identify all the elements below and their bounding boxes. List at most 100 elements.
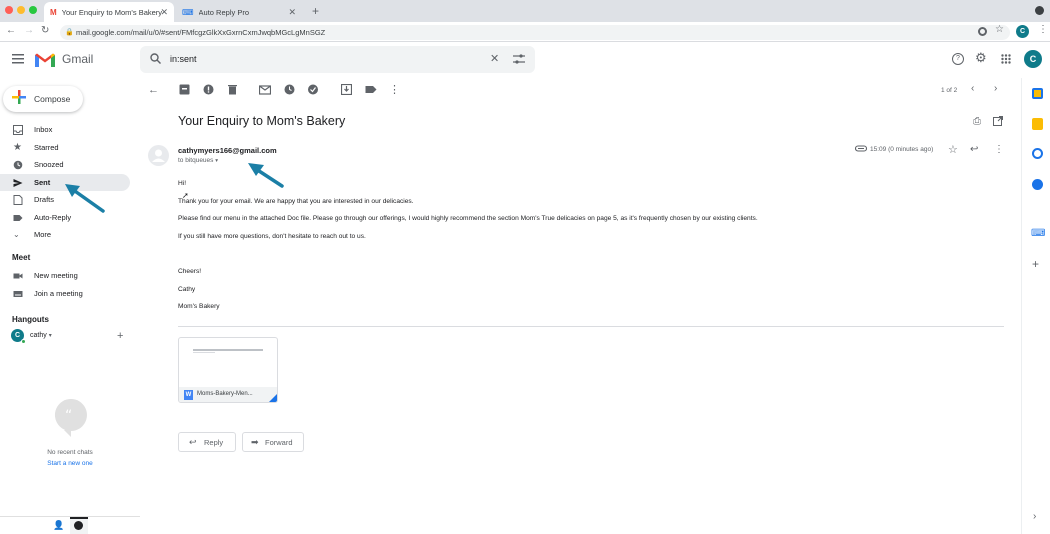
eye-icon[interactable] — [978, 27, 987, 36]
print-icon[interactable]: ⎙ — [973, 116, 981, 127]
sidebar-item-starred[interactable]: ★ Starred — [0, 139, 130, 156]
newer-icon[interactable]: ‹ — [971, 83, 974, 94]
attachment-name: Moms-Bakery-Men... — [197, 391, 253, 397]
account-avatar[interactable]: C — [1024, 50, 1042, 68]
inbox-icon — [13, 124, 23, 135]
sender-email[interactable]: cathymyers166@gmail.com — [178, 146, 277, 155]
reply-arrow-icon: ↩ — [189, 436, 197, 447]
annotation-arrow-sent — [65, 184, 105, 213]
help-icon[interactable]: ? — [952, 53, 964, 65]
email-body-line: Thank you for your email. We are happy t… — [178, 198, 414, 205]
close-tab-icon[interactable]: ✕ — [160, 7, 168, 18]
bookmark-star-icon[interactable]: ☆ — [995, 24, 1004, 35]
forward-label: Forward — [265, 437, 293, 447]
gmail-favicon-icon: M — [50, 7, 57, 17]
close-tab-icon[interactable]: ✕ — [288, 7, 296, 18]
tab-search-icon[interactable] — [1035, 6, 1044, 15]
recipient-line[interactable]: to bitqueues ▾ — [178, 157, 218, 164]
url-field[interactable]: 🔒 mail.google.com/mail/u/0/#sent/FMfcgzG… — [60, 25, 1010, 40]
sidebar-item-snoozed[interactable]: Snoozed — [0, 156, 130, 173]
search-input[interactable]: in:sent — [170, 54, 197, 64]
open-new-window-icon[interactable] — [993, 116, 1003, 126]
start-new-chat-link[interactable]: Start a new one — [0, 460, 140, 467]
join-meeting-button[interactable]: Join a meeting — [0, 285, 130, 302]
email-body-line: Mom's Bakery — [178, 303, 220, 310]
older-icon[interactable]: › — [994, 83, 997, 94]
auto-reply-addon-icon[interactable]: ⌨ — [1031, 228, 1045, 239]
new-tab-icon[interactable]: + — [312, 4, 319, 18]
calendar-icon[interactable] — [1032, 88, 1043, 99]
expand-panel-icon[interactable]: › — [1033, 511, 1036, 522]
sidebar-item-label: Inbox — [34, 125, 53, 134]
doc-corner-icon — [267, 393, 277, 402]
forward-button[interactable]: ➡ Forward — [242, 432, 304, 452]
hangouts-tab[interactable] — [70, 517, 88, 534]
forward-icon[interactable]: → — [24, 25, 34, 36]
recipient-details-caret-icon[interactable]: ▾ — [215, 158, 218, 164]
star-message-icon[interactable]: ☆ — [948, 143, 958, 156]
labels-icon[interactable] — [365, 84, 377, 96]
get-addons-icon[interactable]: + — [1032, 257, 1039, 271]
hangouts-user-label: cathy — [30, 332, 47, 339]
reply-button[interactable]: ↩ Reply — [178, 432, 236, 452]
more-actions-icon[interactable]: ⋮ — [389, 84, 401, 96]
lock-icon: 🔒 — [65, 29, 74, 36]
tab-gmail[interactable]: M Your Enquiry to Mom's Bakery ✕ — [44, 2, 174, 22]
reply-label: Reply — [204, 437, 224, 447]
keep-icon[interactable] — [1032, 118, 1043, 130]
browser-profile-avatar[interactable]: C — [1016, 25, 1029, 38]
maximize-window-button[interactable] — [29, 6, 37, 14]
archive-icon[interactable] — [179, 84, 191, 96]
reload-icon[interactable]: ↻ — [41, 25, 49, 36]
message-more-icon[interactable]: ⋮ — [994, 144, 1004, 155]
add-to-tasks-icon[interactable] — [308, 84, 320, 96]
add-chat-icon[interactable]: + — [117, 330, 123, 342]
new-meeting-button[interactable]: New meeting — [0, 267, 130, 284]
close-window-button[interactable] — [5, 6, 13, 14]
sidebar-item-more[interactable]: ⌄ More — [0, 226, 130, 243]
report-spam-icon[interactable] — [203, 84, 215, 96]
meet-section-title: Meet — [12, 253, 31, 262]
chevron-down-icon: ⌄ — [13, 229, 20, 239]
contacts-person-icon[interactable]: 👤 — [53, 520, 64, 531]
move-to-icon[interactable] — [341, 84, 353, 96]
minimize-window-button[interactable] — [17, 6, 25, 14]
search-bar[interactable]: in:sent ✕ — [140, 46, 535, 73]
hangouts-user-name[interactable]: cathy ▾ — [30, 332, 52, 339]
apps-grid-icon[interactable] — [1001, 54, 1011, 64]
caret-down-icon: ▾ — [48, 333, 52, 339]
clear-search-icon[interactable]: ✕ — [490, 52, 499, 65]
draft-icon — [13, 194, 23, 205]
annotation-arrow-sender — [248, 163, 284, 188]
sidebar-item-label: Drafts — [34, 195, 55, 204]
chat-bubble-icon: “ — [54, 398, 88, 438]
delete-icon[interactable] — [227, 84, 239, 96]
contacts-icon[interactable] — [1032, 179, 1043, 190]
star-icon: ★ — [13, 141, 22, 153]
mouse-cursor-icon: ➚ — [182, 191, 189, 200]
back-to-list-icon[interactable]: ← — [148, 84, 160, 96]
url-text: mail.google.com/mail/u/0/#sent/FMfcgzGlk… — [76, 28, 326, 37]
snooze-icon[interactable] — [284, 84, 296, 96]
search-icon[interactable] — [150, 53, 161, 64]
reply-icon[interactable]: ↩ — [970, 144, 978, 155]
attachment-card[interactable]: W Moms-Bakery-Men... — [178, 337, 278, 403]
back-icon[interactable]: ← — [6, 25, 16, 36]
tasks-icon[interactable] — [1032, 148, 1043, 159]
tab-auto-reply-pro[interactable]: ⌨ Auto Reply Pro ✕ — [176, 2, 302, 22]
browser-menu-icon[interactable]: ⋮ — [1038, 24, 1048, 35]
email-timestamp: 15:09 (0 minutes ago) — [870, 146, 934, 153]
search-options-icon[interactable] — [513, 54, 525, 64]
main-menu-icon[interactable] — [12, 54, 24, 64]
mark-unread-icon[interactable] — [259, 84, 271, 96]
sender-avatar[interactable] — [148, 145, 169, 166]
person-icon — [152, 149, 165, 162]
settings-gear-icon[interactable]: ⚙ — [975, 50, 987, 66]
tab-title: Your Enquiry to Mom's Bakery — [61, 7, 163, 17]
gmail-logo-icon[interactable] — [34, 52, 56, 68]
compose-button[interactable]: Compose — [3, 86, 83, 112]
side-panel: ⌨ + › — [1021, 78, 1050, 534]
browser-tab-bar: M Your Enquiry to Mom's Bakery ✕ ⌨ Auto … — [0, 0, 1050, 22]
sidebar-item-inbox[interactable]: Inbox — [0, 121, 130, 138]
word-doc-icon: W — [184, 390, 193, 400]
